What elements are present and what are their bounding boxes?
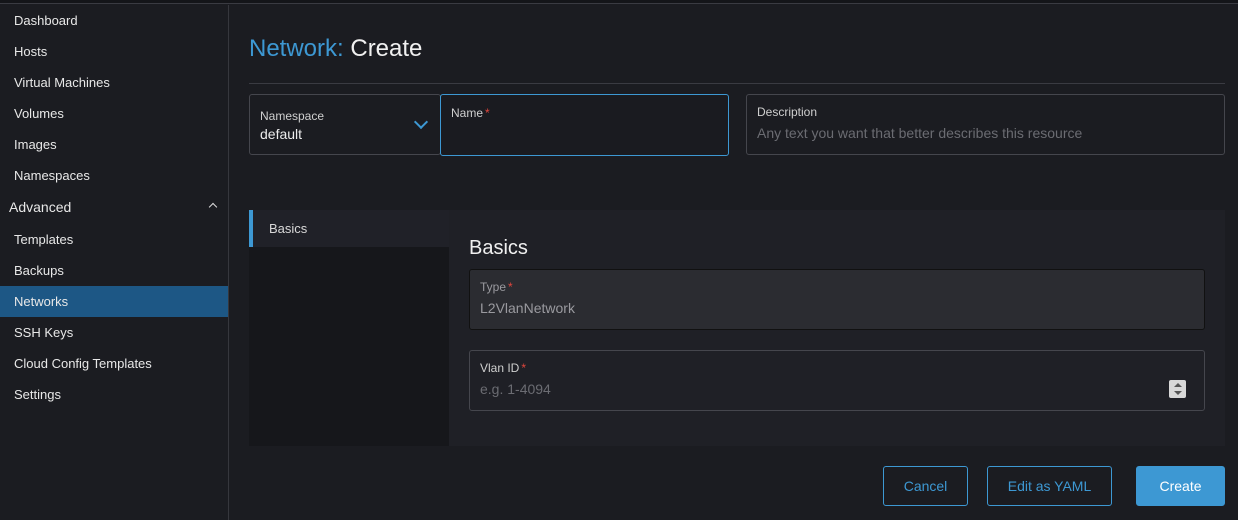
top-border (0, 0, 1238, 4)
sidebar-item-settings[interactable]: Settings (0, 379, 228, 410)
page-title: Network: Create (249, 35, 422, 63)
chevron-up-icon (208, 202, 218, 212)
sidebar-item-images[interactable]: Images (0, 129, 228, 160)
edit-as-yaml-button[interactable]: Edit as YAML (987, 466, 1112, 506)
cancel-button[interactable]: Cancel (883, 466, 968, 506)
tab-list: Basics (249, 210, 449, 446)
vlan-id-field[interactable]: Vlan ID * e.g. 1-4094 (469, 350, 1205, 411)
sidebar-item-templates[interactable]: Templates (0, 224, 228, 255)
main-content: Network: Create Namespace default Name * … (229, 5, 1238, 520)
name-field[interactable]: Name * (440, 94, 729, 156)
namespace-select[interactable]: Namespace default (249, 94, 441, 155)
sidebar-item-namespaces[interactable]: Namespaces (0, 160, 228, 191)
sidebar-item-cloud-config-templates[interactable]: Cloud Config Templates (0, 348, 228, 379)
vlan-stepper[interactable] (1169, 380, 1186, 398)
page-title-action: Create (350, 35, 423, 62)
sidebar-item-virtual-machines[interactable]: Virtual Machines (0, 67, 228, 98)
sidebar-item-networks[interactable]: Networks (0, 286, 228, 317)
description-label: Description (757, 105, 818, 119)
sidebar-item-dashboard[interactable]: Dashboard (0, 5, 228, 36)
stepper-down-icon[interactable] (1174, 391, 1182, 395)
chevron-down-icon (413, 114, 429, 130)
sidebar-group-advanced[interactable]: Advanced (0, 192, 228, 223)
sidebar-group-label: Advanced (9, 199, 72, 215)
namespace-label: Namespace (260, 109, 325, 123)
tab-basics[interactable]: Basics (249, 210, 449, 247)
divider (249, 83, 1225, 84)
type-field: Type * L2VlanNetwork (469, 269, 1205, 330)
create-button[interactable]: Create (1136, 466, 1225, 506)
form-panel: Basics Basics Type * L2VlanNetwork Vlan I… (249, 210, 1225, 446)
type-label: Type * (480, 280, 513, 294)
description-field[interactable]: Description Any text you want that bette… (746, 94, 1225, 155)
sidebar-item-hosts[interactable]: Hosts (0, 36, 228, 67)
sidebar-item-ssh-keys[interactable]: SSH Keys (0, 317, 228, 348)
type-value: L2VlanNetwork (480, 300, 575, 316)
sidebar-item-backups[interactable]: Backups (0, 255, 228, 286)
sidebar: Dashboard Hosts Virtual Machines Volumes… (0, 5, 229, 520)
namespace-value: default (260, 126, 303, 142)
page-title-resource: Network: (249, 35, 344, 62)
stepper-up-icon[interactable] (1174, 383, 1182, 387)
vlan-id-placeholder: e.g. 1-4094 (480, 381, 551, 397)
section-title: Basics (469, 237, 528, 259)
sidebar-item-volumes[interactable]: Volumes (0, 98, 228, 129)
name-label: Name * (451, 106, 490, 120)
description-placeholder: Any text you want that better describes … (757, 125, 1083, 141)
vlan-id-label: Vlan ID * (480, 361, 527, 375)
